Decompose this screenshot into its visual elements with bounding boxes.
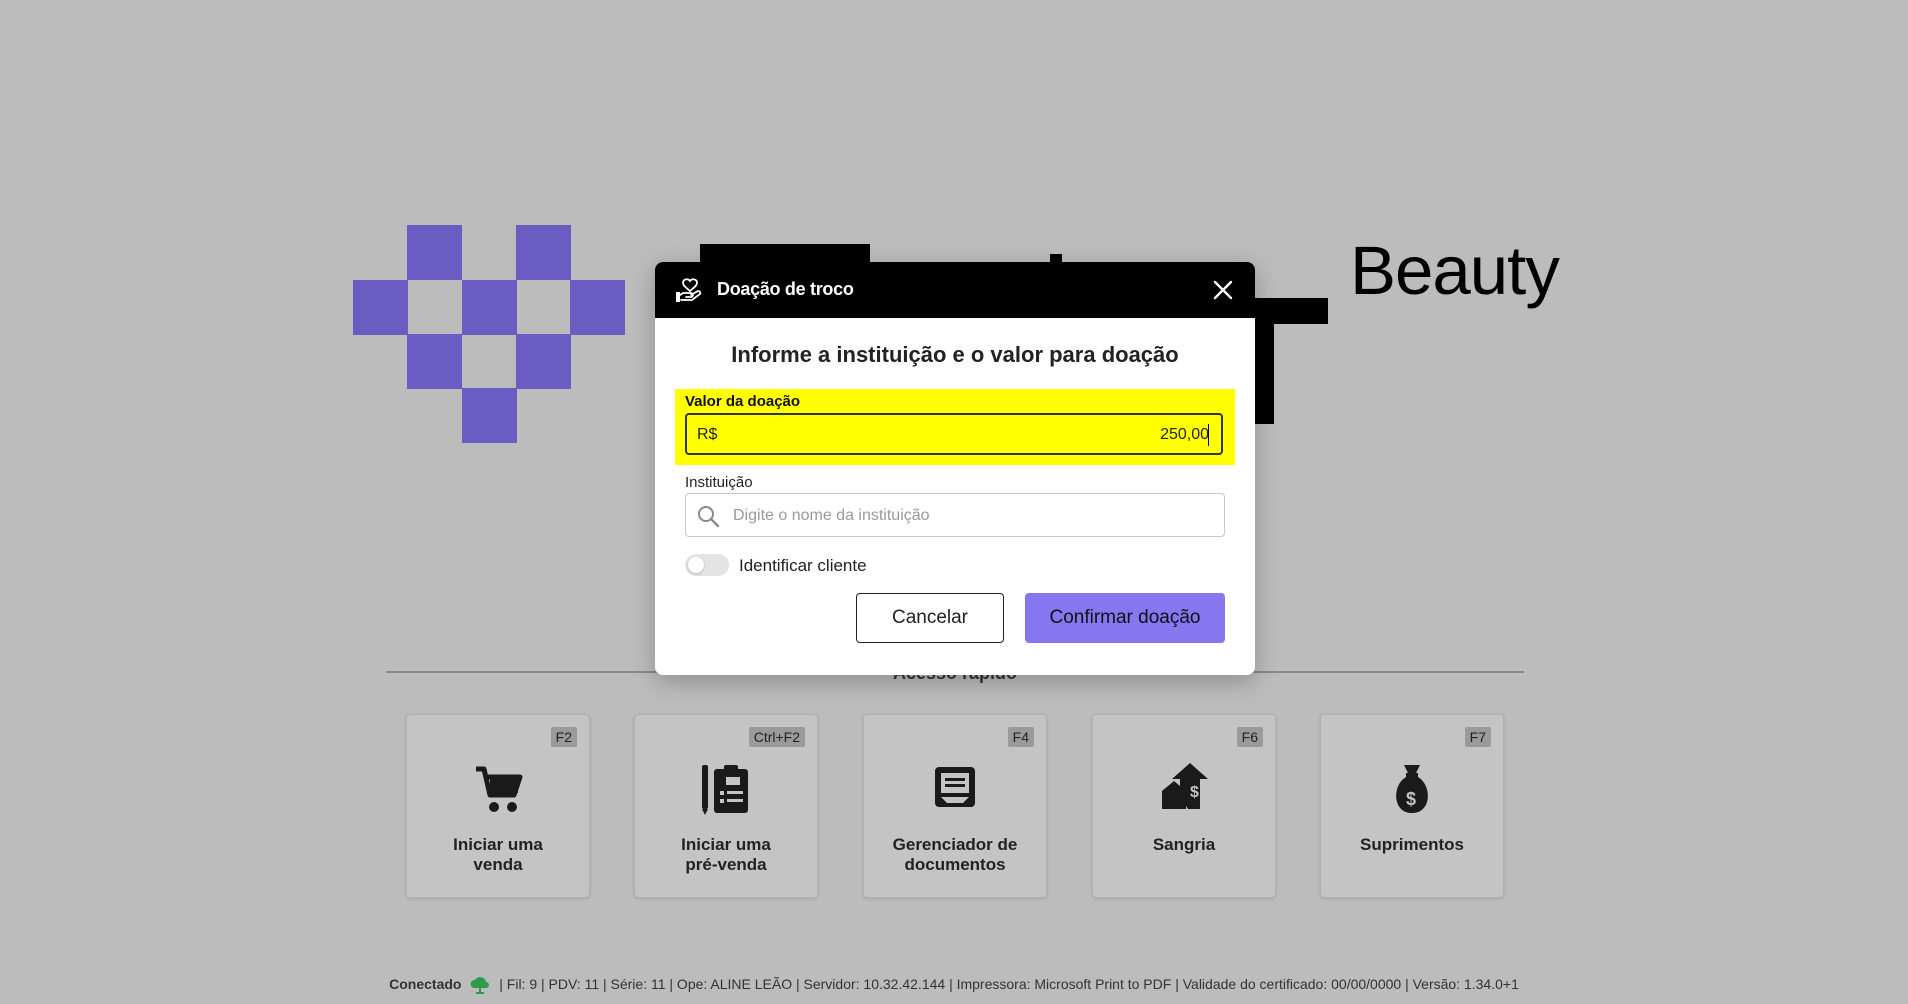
text-caret bbox=[1208, 424, 1209, 446]
quick-card-supplies[interactable]: F7 $ Suprimentos bbox=[1320, 714, 1504, 898]
donation-hand-icon bbox=[676, 278, 702, 302]
svg-text:$: $ bbox=[1190, 784, 1199, 801]
cancel-button[interactable]: Cancelar bbox=[856, 593, 1004, 643]
shortcut-key-badge: F4 bbox=[1007, 727, 1034, 747]
quick-card-label: Sangria bbox=[1152, 835, 1216, 854]
donation-value-input[interactable]: R$ 250,00 bbox=[685, 413, 1223, 455]
currency-prefix: R$ bbox=[697, 426, 718, 443]
quick-card-label: Gerenciador de documentos bbox=[892, 835, 1018, 874]
modal-heading: Informe a instituição e o valor para doa… bbox=[731, 342, 1179, 367]
modal-title: Doação de troco bbox=[717, 279, 854, 299]
close-icon[interactable] bbox=[1211, 278, 1235, 302]
institution-placeholder: Digite o nome da instituição bbox=[733, 507, 930, 524]
confirm-donation-button[interactable]: Confirmar doação bbox=[1025, 593, 1225, 643]
shortcut-key-badge: F7 bbox=[1464, 727, 1491, 747]
brand-wordmark-fragment bbox=[700, 244, 870, 264]
identify-customer-toggle[interactable] bbox=[685, 554, 729, 576]
status-bar: Conectado | Fil: 9 | PDV: 11 | Série: 11… bbox=[0, 976, 1908, 995]
modal-header: Doação de troco bbox=[655, 262, 1255, 318]
shortcut-key-badge: Ctrl+F2 bbox=[748, 727, 805, 747]
institution-field-label: Instituição bbox=[685, 474, 753, 491]
documents-icon bbox=[935, 767, 975, 807]
connection-status: Conectado bbox=[389, 976, 462, 992]
quick-card-start-sale[interactable]: F2 Iniciar uma venda bbox=[406, 714, 590, 898]
withdrawal-icon: $ bbox=[1162, 763, 1208, 809]
donation-modal: Doação de troco Informe a instituição e … bbox=[655, 262, 1255, 675]
value-field-label: Valor da doação bbox=[685, 393, 801, 410]
quick-card-document-manager[interactable]: F4 Gerenciador de documentos bbox=[863, 714, 1047, 898]
brand-name-suffix: Beauty bbox=[1350, 232, 1560, 309]
brand-logo-mark bbox=[353, 225, 625, 443]
toggle-knob bbox=[688, 557, 704, 573]
status-details: | Fil: 9 | PDV: 11 | Série: 11 | Ope: AL… bbox=[499, 976, 1519, 992]
institution-search-input[interactable]: Digite o nome da instituição bbox=[685, 493, 1225, 537]
cloud-connected-icon bbox=[470, 977, 490, 995]
shortcut-key-badge: F2 bbox=[550, 727, 577, 747]
donation-value: 250,00 bbox=[1160, 426, 1209, 443]
identify-customer-label: Identificar cliente bbox=[739, 556, 867, 575]
quick-card-label: Iniciar uma venda bbox=[453, 835, 543, 874]
cart-icon bbox=[476, 766, 523, 812]
search-icon bbox=[698, 506, 720, 528]
quick-card-label: Suprimentos bbox=[1360, 835, 1464, 854]
money-bag-icon: $ bbox=[1396, 765, 1428, 813]
quick-card-withdrawal[interactable]: F6 $ Sangria bbox=[1092, 714, 1276, 898]
svg-text:$: $ bbox=[1406, 789, 1416, 809]
quick-card-start-pre-sale[interactable]: Ctrl+F2 Iniciar uma pré-venda bbox=[634, 714, 818, 898]
quick-card-label: Iniciar uma pré-venda bbox=[681, 835, 771, 874]
pre-sale-clipboard-icon bbox=[702, 765, 748, 815]
shortcut-key-badge: F6 bbox=[1236, 727, 1263, 747]
